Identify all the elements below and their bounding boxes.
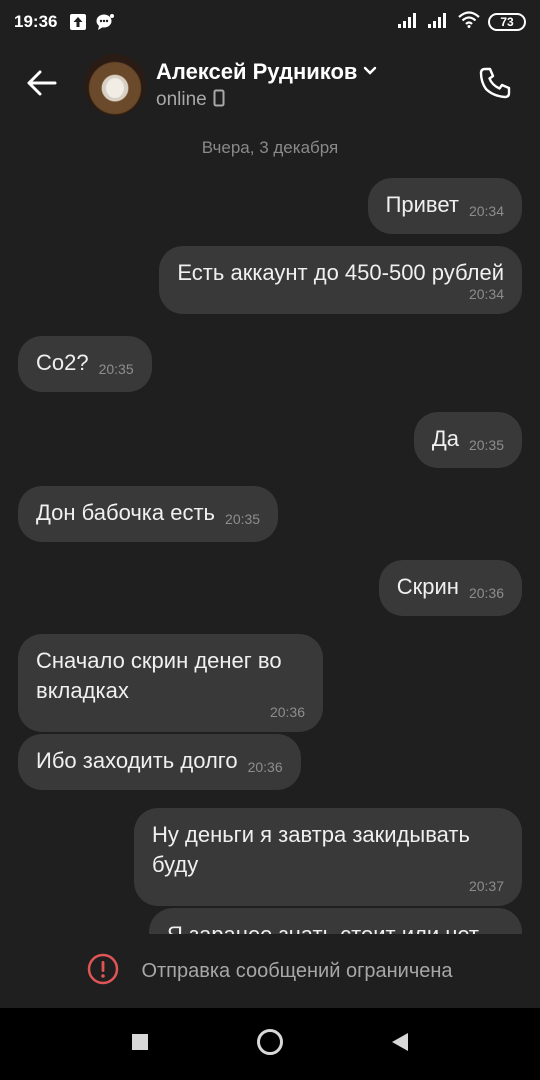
- avatar[interactable]: [84, 54, 146, 116]
- message-text: Привет: [385, 192, 459, 217]
- warning-icon: [87, 953, 119, 990]
- home-button[interactable]: [250, 1024, 290, 1064]
- messaging-restricted-bar: Отправка сообщений ограничена: [0, 934, 540, 1008]
- date-separator: Вчера, 3 декабря: [201, 138, 339, 157]
- restricted-text: Отправка сообщений ограничена: [141, 959, 453, 982]
- mobile-icon: [213, 89, 225, 112]
- call-button[interactable]: [450, 44, 540, 126]
- outgoing-message[interactable]: Скрин 20:36: [378, 560, 522, 616]
- recents-square-icon: [131, 1033, 149, 1056]
- chevron-down-icon: [363, 63, 377, 81]
- upload-icon: [69, 13, 87, 31]
- message-text: Да: [431, 426, 459, 451]
- battery-icon: 73: [488, 13, 526, 31]
- outgoing-message[interactable]: Есть аккаунт до 450-500 рублей 20:34: [159, 246, 522, 314]
- incoming-message[interactable]: Дон бабочка есть 20:35: [18, 486, 279, 542]
- message-text: Co2?: [36, 350, 89, 375]
- outgoing-message[interactable]: Ну деньги я завтра закидывать буду 20:37: [134, 808, 522, 906]
- phone-icon: [478, 66, 512, 105]
- back-nav-button[interactable]: [380, 1024, 420, 1064]
- outgoing-message[interactable]: Привет 20:34: [367, 178, 522, 234]
- message-text: Скрин: [396, 574, 459, 599]
- message-time: 20:35: [98, 361, 134, 377]
- chat-notification-icon: [95, 13, 115, 31]
- message-time: 20:34: [468, 203, 504, 219]
- message-time: 20:37: [468, 878, 504, 894]
- outgoing-message[interactable]: Я заранее знать стоит или нет: [149, 908, 522, 934]
- status-time: 19:36: [14, 12, 58, 31]
- signal-icon: [398, 12, 420, 33]
- message-text: Ну деньги я завтра закидывать буду: [152, 822, 470, 877]
- chat-header: Алексей Рудников online: [0, 44, 540, 126]
- message-text: Дон бабочка есть: [36, 500, 216, 525]
- back-button[interactable]: [0, 44, 84, 126]
- outgoing-message[interactable]: Да 20:35: [413, 412, 522, 468]
- wifi-icon: [458, 11, 480, 33]
- back-triangle-icon: [391, 1032, 409, 1057]
- message-list[interactable]: Вчера, 3 декабря Привет 20:34 Есть аккаун…: [0, 126, 540, 934]
- contact-info[interactable]: Алексей Рудников online: [156, 59, 377, 112]
- message-text: Сначало скрин денег во вкладках: [36, 648, 282, 703]
- contact-name: Алексей Рудников: [156, 58, 358, 84]
- recents-button[interactable]: [120, 1024, 160, 1064]
- message-time: 20:36: [468, 585, 504, 601]
- incoming-message[interactable]: Ибо заходить долго 20:36: [18, 734, 301, 790]
- message-time: 20:35: [225, 511, 261, 527]
- message-time: 20:35: [468, 437, 504, 453]
- contact-status: online: [156, 89, 207, 110]
- system-nav-bar: [0, 1008, 540, 1080]
- message-text: Есть аккаунт до 450-500 рублей: [177, 260, 504, 285]
- signal-icon: [428, 12, 450, 33]
- back-arrow-icon: [27, 70, 57, 101]
- message-text: Ибо заходить долго: [36, 748, 238, 773]
- message-text: Я заранее знать стоит или нет: [167, 922, 479, 934]
- message-time: 20:36: [269, 704, 305, 720]
- message-time: 20:36: [247, 759, 283, 775]
- home-circle-icon: [256, 1028, 284, 1061]
- status-bar: 19:36 73: [0, 0, 540, 44]
- incoming-message[interactable]: Сначало скрин денег во вкладках 20:36: [18, 634, 323, 732]
- message-time: 20:34: [468, 286, 504, 302]
- incoming-message[interactable]: Co2? 20:35: [18, 336, 152, 392]
